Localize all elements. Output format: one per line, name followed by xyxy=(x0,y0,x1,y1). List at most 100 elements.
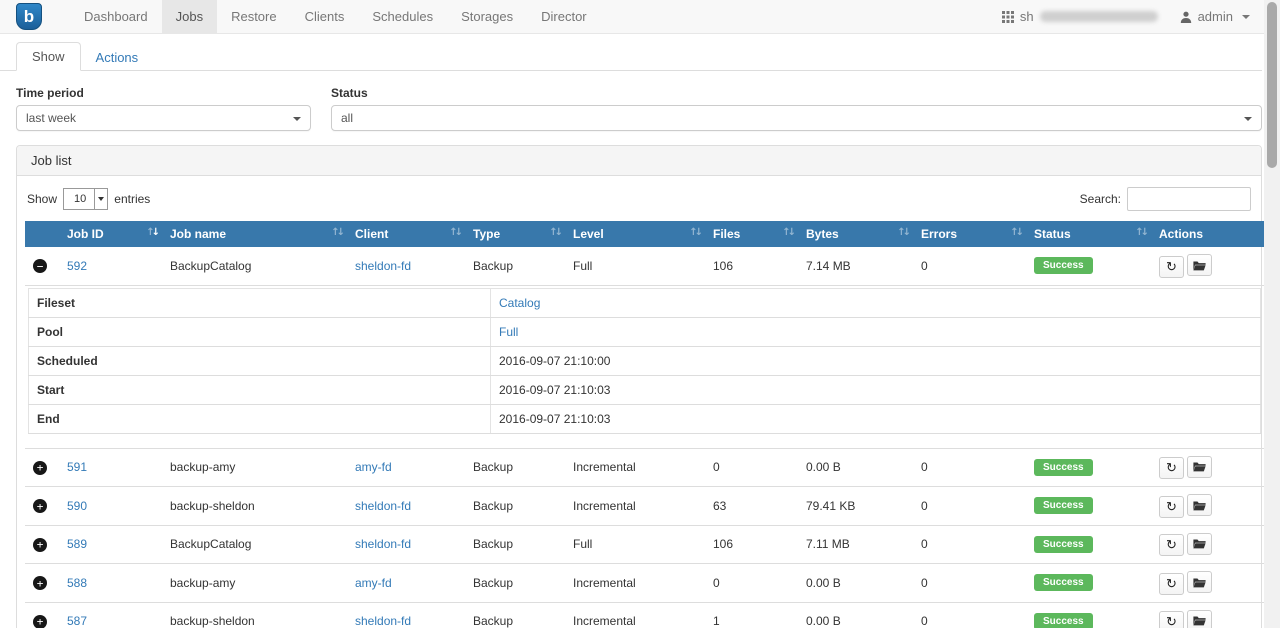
nav-item-jobs[interactable]: Jobs xyxy=(162,0,217,33)
folder-icon xyxy=(1193,461,1206,472)
table-row: +588backup-amyamy-fdBackupIncremental00.… xyxy=(25,564,1264,603)
column-header-client[interactable]: Client↑↓ xyxy=(347,221,465,247)
column-header-job-name[interactable]: Job name↑↓ xyxy=(162,221,347,247)
job-id-link[interactable]: 589 xyxy=(67,537,87,551)
client-link[interactable]: sheldon-fd xyxy=(355,537,411,551)
errors-cell: 0 xyxy=(913,525,1026,564)
browse-files-button[interactable] xyxy=(1187,456,1212,478)
folder-icon xyxy=(1193,260,1206,271)
status-badge: Success xyxy=(1034,257,1093,274)
detail-row-end: End2016-09-07 21:10:03 xyxy=(29,404,1261,433)
server-menu[interactable]: sh xyxy=(1002,9,1158,24)
detail-row-scheduled: Scheduled2016-09-07 21:10:00 xyxy=(29,346,1261,375)
client-link[interactable]: sheldon-fd xyxy=(355,499,411,513)
status-select[interactable]: all xyxy=(331,105,1262,131)
status-badge: Success xyxy=(1034,613,1093,628)
caret-down-icon xyxy=(1242,15,1250,19)
sort-icon: ↑↓ xyxy=(449,227,460,238)
table-row: +589BackupCatalogsheldon-fdBackupFull106… xyxy=(25,525,1264,564)
user-menu[interactable]: admin xyxy=(1180,9,1250,24)
status-cell: Success xyxy=(1026,247,1151,285)
panel-body: Show 10 entries Search: Job ID↑↓Job name… xyxy=(17,176,1261,628)
job-id-link[interactable]: 587 xyxy=(67,614,87,628)
rerun-job-button[interactable]: ↻ xyxy=(1159,534,1184,556)
actions-cell: ↻ xyxy=(1151,564,1264,603)
nav-item-director[interactable]: Director xyxy=(527,0,601,33)
expand-row-icon[interactable]: + xyxy=(33,461,47,475)
level-cell: Incremental xyxy=(565,448,705,487)
nav-items: DashboardJobsRestoreClientsSchedulesStor… xyxy=(70,0,601,33)
nav-item-restore[interactable]: Restore xyxy=(217,0,291,33)
rerun-job-button[interactable]: ↻ xyxy=(1159,496,1184,518)
job-id-link[interactable]: 590 xyxy=(67,499,87,513)
nav-item-dashboard[interactable]: Dashboard xyxy=(70,0,162,33)
column-header-job-id[interactable]: Job ID↑↓ xyxy=(59,221,162,247)
client-link[interactable]: sheldon-fd xyxy=(355,614,411,628)
browse-files-button[interactable] xyxy=(1187,533,1212,555)
actions-cell: ↻ xyxy=(1151,525,1264,564)
client-cell: amy-fd xyxy=(347,564,465,603)
status-cell: Success xyxy=(1026,448,1151,487)
client-link[interactable]: amy-fd xyxy=(355,576,392,590)
rerun-job-button[interactable]: ↻ xyxy=(1159,573,1184,595)
level-cell: Incremental xyxy=(565,602,705,628)
search-input[interactable] xyxy=(1127,187,1251,211)
column-header-errors[interactable]: Errors↑↓ xyxy=(913,221,1026,247)
job-id-link[interactable]: 591 xyxy=(67,460,87,474)
status-cell: Success xyxy=(1026,525,1151,564)
nav-item-schedules[interactable]: Schedules xyxy=(358,0,447,33)
detail-value-link[interactable]: Catalog xyxy=(499,296,540,310)
brand-shield-icon: b xyxy=(16,3,42,30)
scrollbar-track[interactable] xyxy=(1264,0,1280,628)
entries-per-page-select[interactable]: 10 xyxy=(63,188,108,210)
files-cell: 63 xyxy=(705,487,798,526)
job-id-link[interactable]: 588 xyxy=(67,576,87,590)
time-period-select[interactable]: last week xyxy=(16,105,311,131)
column-header-bytes[interactable]: Bytes↑↓ xyxy=(798,221,913,247)
job-id-cell: 588 xyxy=(59,564,162,603)
job-id-cell: 587 xyxy=(59,602,162,628)
actions-cell: ↻ xyxy=(1151,602,1264,628)
table-row: +591backup-amyamy-fdBackupIncremental00.… xyxy=(25,448,1264,487)
tab-actions[interactable]: Actions xyxy=(81,44,154,71)
browse-files-button[interactable] xyxy=(1187,254,1212,276)
expand-row-icon[interactable]: + xyxy=(33,615,47,628)
column-header-level[interactable]: Level↑↓ xyxy=(565,221,705,247)
table-controls: Show 10 entries Search: xyxy=(27,187,1251,211)
job-table: Job ID↑↓Job name↑↓Client↑↓Type↑↓Level↑↓F… xyxy=(25,221,1264,628)
browse-files-button[interactable] xyxy=(1187,610,1212,628)
nav-item-clients[interactable]: Clients xyxy=(291,0,359,33)
detail-label: Start xyxy=(29,375,491,404)
rerun-job-button[interactable]: ↻ xyxy=(1159,611,1184,628)
rerun-job-button[interactable]: ↻ xyxy=(1159,457,1184,479)
scrollbar-thumb[interactable] xyxy=(1267,2,1277,168)
level-cell: Incremental xyxy=(565,487,705,526)
column-header-type[interactable]: Type↑↓ xyxy=(465,221,565,247)
column-header-status[interactable]: Status↑↓ xyxy=(1026,221,1151,247)
level-cell: Incremental xyxy=(565,564,705,603)
rerun-job-button[interactable]: ↻ xyxy=(1159,256,1184,278)
expand-row-icon[interactable]: + xyxy=(33,538,47,552)
column-header-files[interactable]: Files↑↓ xyxy=(705,221,798,247)
client-link[interactable]: amy-fd xyxy=(355,460,392,474)
status-cell: Success xyxy=(1026,487,1151,526)
expand-row-icon[interactable]: + xyxy=(33,499,47,513)
browse-files-button[interactable] xyxy=(1187,571,1212,593)
client-link[interactable]: sheldon-fd xyxy=(355,259,411,273)
browse-files-button[interactable] xyxy=(1187,494,1212,516)
detail-value: Catalog xyxy=(491,288,1261,317)
job-id-link[interactable]: 592 xyxy=(67,259,87,273)
tab-show[interactable]: Show xyxy=(16,42,81,71)
errors-cell: 0 xyxy=(913,247,1026,285)
errors-cell: 0 xyxy=(913,564,1026,603)
type-cell: Backup xyxy=(465,602,565,628)
expand-row-icon[interactable]: + xyxy=(33,576,47,590)
search-label: Search: xyxy=(1080,192,1121,206)
bareos-logo[interactable]: b xyxy=(0,0,52,33)
detail-value-link[interactable]: Full xyxy=(499,325,518,339)
top-navbar: b DashboardJobsRestoreClientsSchedulesSt… xyxy=(0,0,1280,34)
nav-item-storages[interactable]: Storages xyxy=(447,0,527,33)
actions-cell: ↻ xyxy=(1151,247,1264,285)
job-id-cell: 592 xyxy=(59,247,162,285)
collapse-row-icon[interactable]: − xyxy=(33,259,47,273)
